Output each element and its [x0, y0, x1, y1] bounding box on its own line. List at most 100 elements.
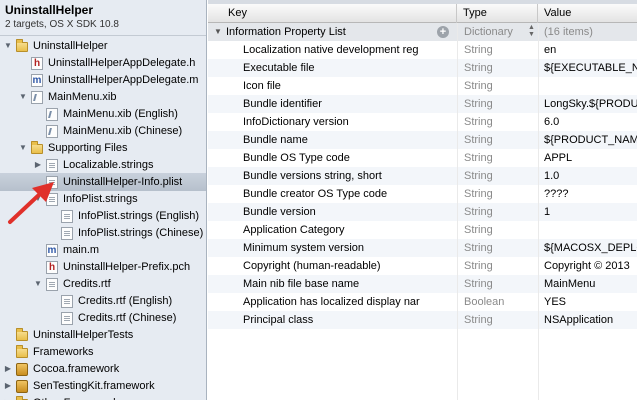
plist-type[interactable]: String — [464, 77, 534, 95]
file-tree-item[interactable]: h UninstallHelper-Prefix.pch — [0, 258, 206, 276]
disclosure-triangle-open-icon[interactable]: ▼ — [3, 37, 13, 55]
plist-key[interactable]: Application has localized display nar — [243, 293, 438, 311]
disclosure-triangle-open-icon[interactable]: ▼ — [18, 88, 28, 106]
file-tree-item[interactable]: UninstallHelperTests — [0, 326, 206, 344]
file-tree-item[interactable]: ▼ Credits.rtf — [0, 275, 206, 293]
plist-key[interactable]: Principal class — [243, 311, 438, 329]
plist-value[interactable]: ${PRODUCT_NAME} — [544, 131, 637, 149]
plist-root-row[interactable]: ▼ Information Property List + Dictionary… — [208, 23, 637, 41]
file-tree-item[interactable]: ▼ MainMenu.xib — [0, 88, 206, 106]
plist-value[interactable]: 6.0 — [544, 113, 637, 131]
plist-key[interactable]: Copyright (human-readable) — [243, 257, 438, 275]
plist-row[interactable]: Executable file String ${EXECUTABLE_NAME} — [208, 59, 637, 77]
plist-value[interactable]: Copyright © 2013 — [544, 257, 637, 275]
add-item-icon[interactable]: + — [437, 26, 449, 38]
file-tree-item[interactable]: Credits.rtf (Chinese) — [0, 309, 206, 327]
plist-value[interactable]: MainMenu — [544, 275, 637, 293]
file-tree-item[interactable]: ▶ SenTestingKit.framework — [0, 377, 206, 395]
plist-row[interactable]: Copyright (human-readable) String Copyrigh… — [208, 257, 637, 275]
plist-key[interactable]: InfoDictionary version — [243, 113, 438, 131]
plist-key[interactable]: Bundle version — [243, 203, 438, 221]
plist-value[interactable]: ${MACOSX_DEPLOYMENT_TARGET} — [544, 239, 637, 257]
plist-type[interactable]: String — [464, 203, 534, 221]
plist-type[interactable]: String — [464, 185, 534, 203]
plist-row[interactable]: Icon file String — [208, 77, 637, 95]
plist-row[interactable]: Principal class String NSApplication — [208, 311, 637, 329]
file-tree-item[interactable]: Frameworks — [0, 343, 206, 361]
plist-row[interactable]: Main nib file base name String MainMenu — [208, 275, 637, 293]
column-header-type[interactable]: Type — [457, 4, 538, 23]
plist-key[interactable]: Executable file — [243, 59, 438, 77]
plist-type[interactable]: String — [464, 41, 534, 59]
project-header[interactable]: UninstallHelper 2 targets, OS X SDK 10.8 — [0, 0, 206, 36]
plist-key[interactable]: Bundle name — [243, 131, 438, 149]
plist-value[interactable]: en — [544, 41, 637, 59]
type-popup-stepper-icon[interactable]: ▲ ▼ — [528, 24, 535, 38]
file-tree-item[interactable]: ▶ Other Frameworks — [0, 394, 206, 400]
plist-row[interactable]: Bundle OS Type code String APPL — [208, 149, 637, 167]
plist-row[interactable]: Localization native development reg Strin… — [208, 41, 637, 59]
plist-row[interactable]: Bundle creator OS Type code String???? — [208, 185, 637, 203]
disclosure-triangle-open-icon[interactable]: ▼ — [214, 23, 222, 41]
plist-value[interactable]: ${EXECUTABLE_NAME} — [544, 59, 637, 77]
plist-value[interactable]: 1 — [544, 203, 637, 221]
plist-type[interactable]: String — [464, 167, 534, 185]
file-tree-item[interactable]: ▼ UninstallHelper — [0, 37, 206, 55]
file-tree-item[interactable]: MainMenu.xib (English) — [0, 105, 206, 123]
plist-type[interactable]: String — [464, 113, 534, 131]
plist-key[interactable]: Bundle creator OS Type code — [243, 185, 438, 203]
plist-key[interactable]: Localization native development reg — [243, 41, 438, 59]
plist-key[interactable]: Minimum system version — [243, 239, 438, 257]
plist-type[interactable]: String — [464, 221, 534, 239]
plist-value[interactable]: LongSky.${PRODUCT_NAME} — [544, 95, 637, 113]
plist-key[interactable]: Bundle identifier — [243, 95, 438, 113]
disclosure-triangle-open-icon[interactable]: ▼ — [18, 139, 28, 157]
plist-root-type[interactable]: Dictionary — [464, 23, 534, 41]
plist-row[interactable]: Bundle name String ${PRODUCT_NAME} — [208, 131, 637, 149]
plist-row[interactable]: Minimum system version String ${MACOSX_DEP… — [208, 239, 637, 257]
disclosure-triangle-closed-icon[interactable]: ▶ — [3, 360, 13, 378]
file-tree-item[interactable]: ▼ Supporting Files — [0, 139, 206, 157]
plist-type[interactable]: String — [464, 275, 534, 293]
file-tree-item[interactable]: h UninstallHelperAppDelegate.h — [0, 54, 206, 72]
plist-type[interactable]: String — [464, 239, 534, 257]
plist-value[interactable]: 1.0 — [544, 167, 637, 185]
plist-type[interactable]: String — [464, 257, 534, 275]
file-tree-item-label: UninstallHelper — [33, 40, 108, 52]
plist-type[interactable]: String — [464, 59, 534, 77]
file-tree-item[interactable]: m main.m — [0, 241, 206, 259]
disclosure-triangle-open-icon[interactable]: ▼ — [33, 275, 43, 293]
file-tree-item[interactable]: Credits.rtf (English) — [0, 292, 206, 310]
disclosure-triangle-closed-icon[interactable]: ▶ — [33, 156, 43, 174]
plist-row[interactable]: Bundle version String 1 — [208, 203, 637, 221]
column-header-key[interactable]: Key — [208, 4, 457, 23]
plist-type[interactable]: String — [464, 131, 534, 149]
plist-key[interactable]: Main nib file base name — [243, 275, 438, 293]
plist-row[interactable]: InfoDictionary version String 6.0 — [208, 113, 637, 131]
plist-type[interactable]: String — [464, 95, 534, 113]
plist-type[interactable]: String — [464, 149, 534, 167]
plist-value[interactable]: YES — [544, 293, 637, 311]
plist-key[interactable]: Bundle OS Type code — [243, 149, 438, 167]
disclosure-triangle-closed-icon[interactable]: ▶ — [3, 394, 13, 400]
plist-type[interactable]: String — [464, 311, 534, 329]
column-header-value[interactable]: Value — [538, 4, 637, 23]
plist-value[interactable]: ???? — [544, 185, 637, 203]
file-tree-item-label: Credits.rtf (Chinese) — [78, 312, 177, 324]
plist-value[interactable]: APPL — [544, 149, 637, 167]
plist-key[interactable]: Icon file — [243, 77, 438, 95]
file-tree-item[interactable]: ▶ Localizable.strings — [0, 156, 206, 174]
plist-row[interactable]: Application Category String — [208, 221, 637, 239]
plist-row[interactable]: Application has localized display nar Boo… — [208, 293, 637, 311]
plist-row[interactable]: Bundle identifier String LongSky.${PRODUCT… — [208, 95, 637, 113]
plist-key[interactable]: Bundle versions string, short — [243, 167, 438, 185]
file-tree-item[interactable]: m UninstallHelperAppDelegate.m — [0, 71, 206, 89]
plist-row[interactable]: Bundle versions string, short String 1.0 — [208, 167, 637, 185]
plist-type[interactable]: Boolean — [464, 293, 534, 311]
disclosure-triangle-closed-icon[interactable]: ▶ — [3, 377, 13, 395]
file-tree-item[interactable]: MainMenu.xib (Chinese) — [0, 122, 206, 140]
strings-file-icon — [61, 210, 73, 223]
file-tree-item[interactable]: ▶ Cocoa.framework — [0, 360, 206, 378]
plist-key[interactable]: Application Category — [243, 221, 438, 239]
plist-value[interactable]: NSApplication — [544, 311, 637, 329]
